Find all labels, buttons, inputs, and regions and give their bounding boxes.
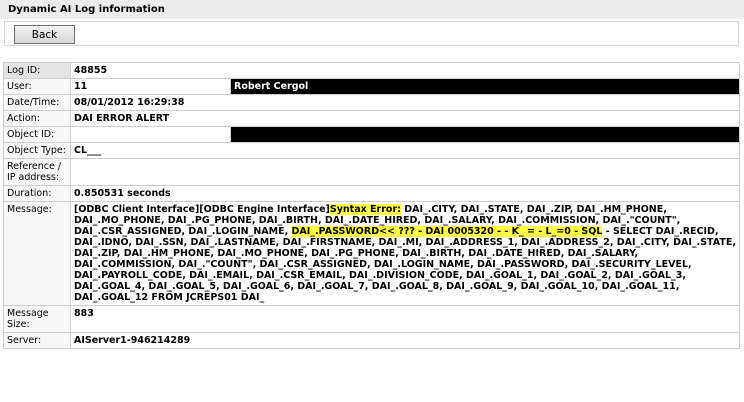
- action-label: Action:: [3, 110, 71, 127]
- row-object-id: Object ID:: [3, 126, 740, 143]
- log-info-table: Log ID: 48855 User: 11 Robert Cergol Dat…: [3, 62, 740, 349]
- message-value: [ODBC Client Interface][ODBC Engine Inte…: [70, 201, 740, 306]
- message-size-value: 883: [70, 305, 740, 333]
- message-highlight-syntax-error: Syntax Error:: [329, 204, 401, 215]
- message-size-label: Message Size:: [3, 305, 71, 333]
- user-name-value: Robert Cergol: [230, 78, 740, 95]
- datetime-label: Date/Time:: [3, 94, 71, 111]
- row-reference: Reference / IP address:: [3, 158, 740, 186]
- object-id-label: Object ID:: [3, 126, 71, 143]
- message-highlight-password: DAI_.PASSWORD<< ??? - DAI 0005320 - - K_…: [291, 226, 603, 237]
- object-type-value: CL___: [70, 142, 740, 159]
- datetime-value: 08/01/2012 16:29:38: [70, 94, 740, 111]
- window-title-bar: Dynamic AI Log information: [0, 0, 744, 19]
- row-datetime: Date/Time: 08/01/2012 16:29:38: [3, 94, 740, 111]
- object-id-redacted: [230, 126, 740, 143]
- message-text-part5: - SELECT DAI_.RECID, DAI_.IDNO, DAI_.SSN…: [74, 226, 736, 303]
- message-label: Message:: [3, 201, 71, 306]
- row-duration: Duration: 0.850531 seconds: [3, 185, 740, 202]
- user-label: User:: [3, 78, 71, 95]
- duration-label: Duration:: [3, 185, 71, 202]
- message-text-part1: [ODBC Client Interface][ODBC Engine Inte…: [74, 204, 330, 215]
- row-user: User: 11 Robert Cergol: [3, 78, 740, 95]
- log-id-value: 48855: [70, 62, 740, 79]
- reference-value: [70, 158, 740, 186]
- server-label: Server:: [3, 332, 71, 349]
- user-id-value: 11: [70, 78, 231, 95]
- object-type-label: Object Type:: [3, 142, 71, 159]
- object-id-value: [70, 126, 231, 143]
- duration-value: 0.850531 seconds: [70, 185, 740, 202]
- window-title: Dynamic AI Log information: [8, 4, 165, 15]
- action-value: DAI ERROR ALERT: [70, 110, 740, 127]
- row-message: Message: [ODBC Client Interface][ODBC En…: [3, 201, 740, 306]
- row-object-type: Object Type: CL___: [3, 142, 740, 159]
- reference-label: Reference / IP address:: [3, 158, 71, 186]
- back-button[interactable]: Back: [14, 25, 75, 44]
- row-server: Server: AIServer1-946214289: [3, 332, 740, 349]
- row-action: Action: DAI ERROR ALERT: [3, 110, 740, 127]
- server-value: AIServer1-946214289: [70, 332, 740, 349]
- row-message-size: Message Size: 883: [3, 305, 740, 333]
- toolbar: Back: [4, 21, 739, 46]
- log-id-label: Log ID:: [3, 62, 71, 79]
- row-log-id: Log ID: 48855: [3, 62, 740, 79]
